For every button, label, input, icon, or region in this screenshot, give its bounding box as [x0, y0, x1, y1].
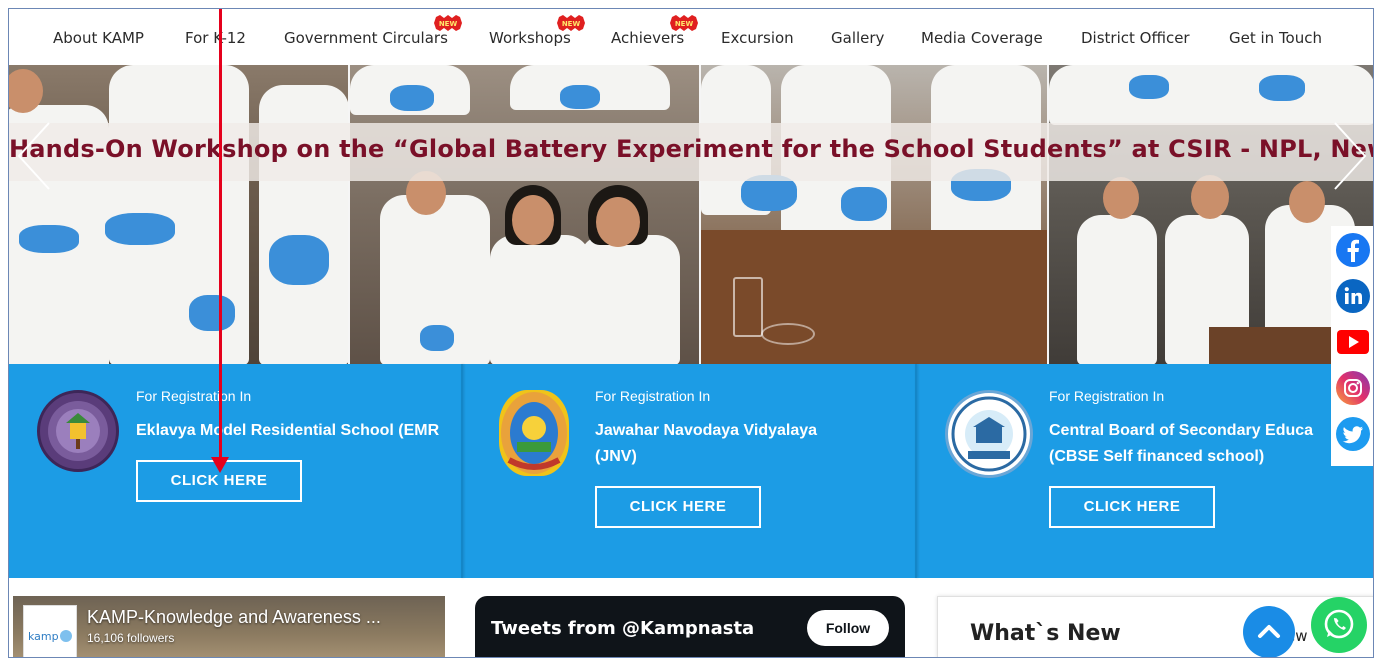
nav-label: Media Coverage [921, 29, 1043, 47]
facebook-icon [1336, 233, 1370, 267]
hero-photo [350, 65, 699, 364]
kamp-logo: kamp [23, 605, 77, 657]
nav-label: Workshops [489, 29, 571, 47]
nav-label: About KAMP [53, 29, 144, 47]
hero-slider: Hands-On Workshop on the “Global Battery… [9, 65, 1374, 364]
cbse-logo [945, 390, 1033, 478]
nav-government-circulars[interactable]: Government Circulars NEW [284, 15, 462, 47]
svg-text:NEW: NEW [562, 20, 581, 28]
school-name-line2: (JNV) [595, 448, 637, 465]
social-sidebar [1331, 226, 1373, 466]
youtube-link[interactable] [1335, 324, 1371, 360]
svg-text:NEW: NEW [439, 20, 458, 28]
school-name: Eklavya Model Residential School (EMR [136, 422, 440, 439]
svg-text:NEW: NEW [675, 20, 694, 28]
registration-card-emrs: For Registration In Eklavya Model Reside… [9, 364, 461, 578]
school-name: Jawahar Navodaya Vidyalaya [595, 422, 818, 439]
click-here-button-jnv[interactable]: CLICK HERE [595, 486, 761, 528]
registration-card-cbse: For Registration In Central Board of Sec… [917, 364, 1373, 578]
whatsapp-chat-button[interactable] [1311, 597, 1367, 653]
facebook-link[interactable] [1335, 232, 1371, 268]
svg-text:kamp: kamp [28, 630, 59, 643]
chevron-up-icon [1258, 625, 1280, 638]
whatsapp-icon [1324, 609, 1354, 639]
hero-photo [701, 65, 1047, 364]
twitter-timeline-widget: Tweets from @Kampnasta Follow [475, 596, 905, 657]
linkedin-icon [1336, 279, 1370, 313]
nav-get-in-touch[interactable]: Get in Touch [1229, 29, 1322, 47]
twitter-link[interactable] [1335, 416, 1371, 452]
hero-photo [1049, 65, 1373, 364]
twitter-widget-title[interactable]: Tweets from @Kampnasta [491, 618, 754, 639]
school-name: Central Board of Secondary Educa [1049, 422, 1314, 439]
slider-next-arrow[interactable] [1329, 121, 1369, 191]
nav-label: Government Circulars [284, 29, 448, 47]
twitter-icon [1336, 417, 1370, 451]
facebook-followers: 16,106 followers [87, 631, 175, 645]
chevron-right-icon [1334, 122, 1367, 190]
new-badge-icon: NEW [670, 15, 699, 31]
instagram-icon [1336, 371, 1370, 405]
hero-banner-title: Hands-On Workshop on the “Global Battery… [9, 135, 1374, 163]
registration-card-jnv: For Registration In Jawahar Navodaya Vid… [463, 364, 915, 578]
annotation-arrow-line [219, 9, 222, 461]
nav-label: For K-12 [185, 29, 246, 47]
school-name-line2: (CBSE Self financed school) [1049, 448, 1265, 465]
nav-about-kamp[interactable]: About KAMP [53, 29, 144, 47]
instagram-link[interactable] [1335, 370, 1371, 406]
emrs-logo [37, 390, 119, 472]
nav-excursion[interactable]: Excursion [721, 29, 794, 47]
jnv-logo [499, 390, 569, 476]
twitter-follow-button[interactable]: Follow [807, 610, 889, 646]
registration-prefix: For Registration In [1049, 388, 1165, 404]
chevron-left-icon [17, 122, 50, 190]
registration-prefix: For Registration In [595, 388, 711, 404]
whats-new-panel: What`s New ew [937, 596, 1373, 657]
nav-label: District Officer [1081, 29, 1190, 47]
top-navigation: About KAMP For K-12 Government Circulars… [9, 9, 1373, 65]
annotation-arrow-head [211, 457, 229, 473]
nav-workshops[interactable]: Workshops NEW [489, 15, 585, 47]
facebook-page-title[interactable]: KAMP-Knowledge and Awareness ... [87, 607, 381, 628]
linkedin-link[interactable] [1335, 278, 1371, 314]
nav-label: Achievers [611, 29, 685, 47]
whats-new-title: What`s New [970, 621, 1121, 646]
nav-for-k12[interactable]: For K-12 [185, 29, 246, 47]
click-here-button-cbse[interactable]: CLICK HERE [1049, 486, 1215, 528]
facebook-page-widget[interactable]: kamp KAMP-Knowledge and Awareness ... 16… [13, 596, 445, 657]
browser-frame: About KAMP For K-12 Government Circulars… [8, 8, 1374, 658]
new-badge-icon: NEW [433, 15, 462, 31]
nav-district-officer[interactable]: District Officer [1081, 29, 1190, 47]
nav-label: Gallery [831, 29, 885, 47]
nav-label: Get in Touch [1229, 29, 1322, 47]
nav-media-coverage[interactable]: Media Coverage [921, 29, 1043, 47]
nav-achievers[interactable]: Achievers NEW [611, 15, 699, 47]
scroll-to-top-button[interactable] [1243, 606, 1295, 657]
slider-prev-arrow[interactable] [15, 121, 55, 191]
new-badge-icon: NEW [556, 15, 585, 31]
hero-photo [9, 65, 348, 364]
nav-label: Excursion [721, 29, 794, 47]
youtube-icon [1337, 330, 1369, 354]
registration-prefix: For Registration In [136, 388, 252, 404]
nav-gallery[interactable]: Gallery [831, 29, 884, 47]
